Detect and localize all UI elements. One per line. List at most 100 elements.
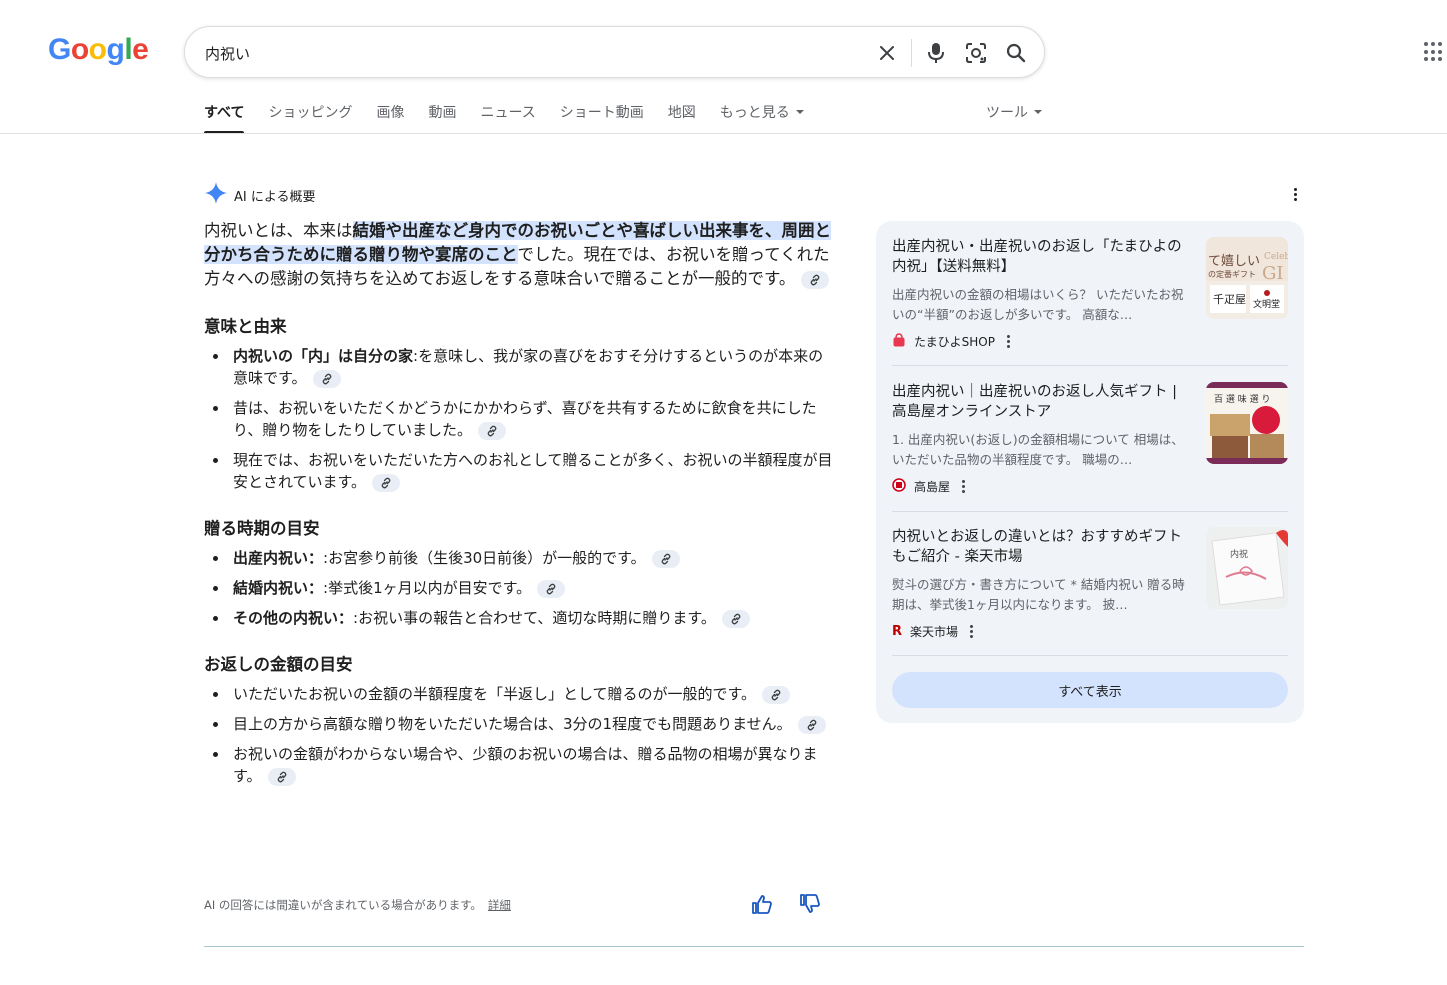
source-title[interactable]: 出産内祝い｜出産祝いのお返し人気ギフト | 高島屋オンラインストア — [892, 382, 1184, 422]
thumb-text: 千疋屋 — [1213, 293, 1246, 306]
source-snippet: 出産内祝いの金額の相場はいくら？ いただいたお祝いの“半額”のお返しが多いです。… — [892, 287, 1184, 322]
list-item: 結婚内祝い：:挙式後1ヶ月以内が目安です。 — [204, 577, 834, 599]
thumb-text: の定番ギフト — [1208, 269, 1256, 279]
ai-overview-header: AI による概要 — [204, 181, 315, 209]
source-thumbnail[interactable]: 百 選 味 選 り — [1206, 382, 1288, 464]
source-more-icon[interactable] — [1006, 334, 1010, 349]
section-list: いただいたお祝いの金額の半額程度を「半返し」として贈るのが一般的です。 目上の方… — [204, 683, 834, 787]
caret-down-icon — [1034, 110, 1042, 114]
item-text: 目上の方から高額な贈り物をいただいた場合は、3分の1程度でも問題ありません。 — [233, 715, 792, 733]
ai-intro: 内祝いとは、本来は結婚や出産など身内でのお祝いごとや喜ばしい出来事を、周囲と分か… — [204, 219, 834, 291]
logo-letter: G — [48, 33, 71, 66]
disclaimer-text: AI の回答には間違いが含まれている場合があります。 — [204, 898, 482, 912]
gemini-sparkle-icon — [204, 181, 228, 209]
list-item: 内祝いの「内」は自分の家:を意味し、我が家の喜びをおすそ分けするというのが本来の… — [204, 345, 834, 389]
microphone-icon[interactable] — [924, 41, 948, 65]
section-list: 内祝いの「内」は自分の家:を意味し、我が家の喜びをおすそ分けするというのが本来の… — [204, 345, 834, 493]
tab-shopping[interactable]: ショッピング — [268, 102, 352, 134]
search-tabs: すべて ショッピング 画像 動画 ニュース ショート動画 地図 もっと見る — [204, 102, 828, 134]
thumb-text: 文明堂 — [1253, 298, 1280, 310]
logo-letter: o — [88, 33, 107, 66]
search-input[interactable] — [205, 40, 845, 66]
source-thumbnail[interactable]: て嬉しい の定番ギフト Celeb GI 千疋屋 文明堂 — [1206, 237, 1288, 319]
card-divider — [892, 655, 1288, 656]
item-text: :お祝い事の報告と合わせて、適切な時期に贈ります。 — [353, 609, 716, 627]
section-title: 意味と由来 — [204, 317, 287, 336]
list-item: 目上の方から高額な贈り物をいただいた場合は、3分の1程度でも問題ありません。 — [204, 713, 834, 735]
shopping-bag-favicon-icon — [892, 333, 906, 350]
card-divider — [892, 365, 1288, 366]
source-site: たまひよSHOP — [892, 333, 1010, 350]
source-site: R 楽天市場 — [892, 623, 974, 640]
tab-label: 画像 — [376, 105, 405, 121]
show-all-button[interactable]: すべて表示 — [892, 672, 1288, 708]
search-divider — [911, 39, 912, 67]
tab-label: ショッピング — [268, 105, 353, 121]
source-link-icon[interactable] — [797, 715, 826, 734]
search-icon[interactable] — [1004, 41, 1028, 65]
source-name: たまひよSHOP — [914, 335, 995, 349]
tab-all[interactable]: すべて — [204, 102, 245, 134]
camera-lens-icon[interactable] — [964, 41, 988, 65]
header-divider — [0, 133, 1447, 134]
ai-disclaimer: AI の回答には間違いが含まれている場合があります。 詳細 — [204, 897, 511, 913]
section-list: 出産内祝い：:お宮参り前後（生後30日前後）が一般的です。 結婚内祝い：:挙式後… — [204, 547, 834, 629]
source-link-icon[interactable] — [721, 609, 750, 628]
source-link-icon[interactable] — [537, 579, 566, 598]
ai-overview-body: 内祝いとは、本来は結婚や出産など身内でのお祝いごとや喜ばしい出来事を、周囲と分か… — [204, 219, 834, 795]
list-item: 出産内祝い：:お宮参り前後（生後30日前後）が一般的です。 — [204, 547, 834, 569]
source-link-icon[interactable] — [372, 473, 401, 492]
tab-videos[interactable]: 動画 — [428, 102, 456, 134]
tab-label: すべて — [204, 105, 245, 121]
source-title[interactable]: 出産内祝い・出産祝いのお返し「たまひよの内祝」【送料無料】 — [892, 237, 1184, 277]
source-link-icon[interactable] — [801, 270, 830, 289]
source-link-icon[interactable] — [267, 767, 296, 786]
logo-letter: o — [70, 33, 89, 66]
list-item: 現在では、お祝いをいただいた方へのお礼として贈ることが多く、お祝いの半額程度が目… — [204, 449, 834, 493]
source-more-icon[interactable] — [962, 479, 966, 494]
tab-maps[interactable]: 地図 — [668, 102, 696, 134]
source-snippet: 1. 出産内祝い(お返し)の金額相場について 相場は、いただいた品物の半額程度で… — [892, 432, 1184, 467]
ai-overview-more-icon[interactable] — [1286, 184, 1304, 204]
item-text: お祝いの金額がわからない場合や、少額のお祝いの場合は、贈る品物の相場が異なります… — [233, 745, 818, 785]
tab-short-videos[interactable]: ショート動画 — [560, 102, 644, 134]
list-item: お祝いの金額がわからない場合や、少額のお祝いの場合は、贈る品物の相場が異なります… — [204, 743, 834, 787]
tab-label: もっと見る — [719, 105, 790, 121]
source-thumbnail[interactable]: 内祝 — [1206, 527, 1288, 609]
source-link-icon[interactable] — [762, 685, 791, 704]
thumb-text: 内祝 — [1230, 548, 1248, 560]
tab-label: ニュース — [480, 105, 536, 121]
card-divider — [892, 511, 1288, 512]
source-link-icon[interactable] — [477, 421, 506, 440]
tab-more[interactable]: もっと見る — [720, 102, 804, 134]
source-name: 高島屋 — [914, 480, 951, 494]
thumbs-down-icon[interactable] — [799, 893, 821, 915]
section-divider — [204, 946, 1304, 947]
list-item: いただいたお祝いの金額の半額程度を「半返し」として贈るのが一般的です。 — [204, 683, 834, 705]
logo-letter: e — [132, 33, 149, 66]
source-more-icon[interactable] — [970, 624, 974, 639]
intro-text: 内祝いとは、本来は — [204, 221, 353, 240]
source-link-icon[interactable] — [312, 369, 341, 388]
list-item: その他の内祝い：:お祝い事の報告と合わせて、適切な時期に贈ります。 — [204, 607, 834, 629]
rakuten-favicon-icon: R — [892, 624, 903, 639]
tab-images[interactable]: 画像 — [376, 102, 404, 134]
source-link-icon[interactable] — [651, 549, 680, 568]
source-site: 高島屋 — [892, 478, 966, 495]
clear-icon[interactable] — [875, 41, 899, 65]
apps-grid-icon[interactable] — [1424, 42, 1444, 62]
item-text: 現在では、お祝いをいただいた方へのお礼として贈ることが多く、お祝いの半額程度が目… — [233, 451, 833, 491]
source-title[interactable]: 内祝いとお返しの違いとは？おすすめギフトもご紹介 - 楽天市場 — [892, 527, 1184, 567]
section-title: お返しの金額の目安 — [204, 655, 353, 674]
tab-news[interactable]: ニュース — [480, 102, 535, 134]
item-text: 昔は、お祝いをいただくかどうかにかかわらず、喜びを共有するために飲食を共にしたり… — [233, 399, 817, 439]
details-link[interactable]: 詳細 — [488, 898, 511, 912]
item-text: いただいたお祝いの金額の半額程度を「半返し」として贈るのが一般的です。 — [233, 685, 757, 703]
logo-letter: l — [124, 33, 133, 66]
ai-overview-title: AI による概要 — [234, 189, 316, 205]
tools-label: ツール — [986, 105, 1028, 121]
google-logo[interactable]: Google — [48, 33, 149, 67]
tools-button[interactable]: ツール — [986, 102, 1042, 122]
thumbs-up-icon[interactable] — [751, 893, 773, 915]
item-text: :お宮参り前後（生後30日前後）が一般的です。 — [323, 549, 646, 567]
